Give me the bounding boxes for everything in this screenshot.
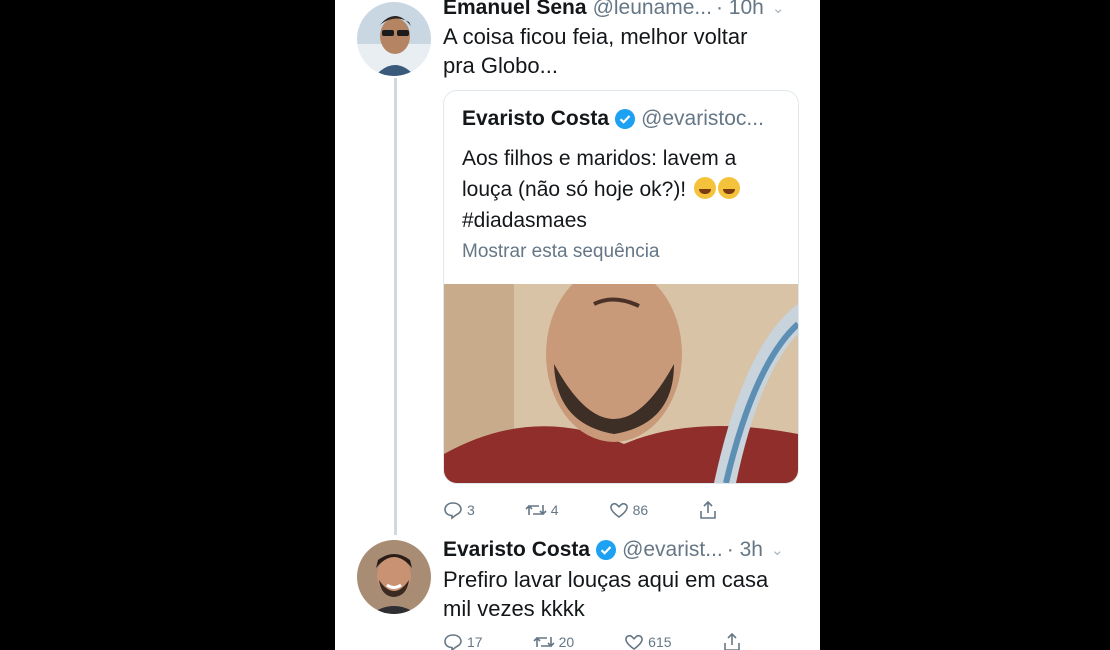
share-icon — [723, 632, 740, 650]
verified-icon — [596, 540, 617, 560]
avatar[interactable] — [357, 540, 431, 614]
quoted-tweet-header: Evaristo Costa @evaristoc... — [462, 107, 764, 131]
reply-button[interactable]: 17 — [443, 632, 483, 650]
reply-count: 17 — [467, 634, 483, 650]
avatar[interactable] — [357, 2, 431, 76]
timeline: Emanuel Sena @leuname... · 10h ⌄ A coisa… — [335, 0, 820, 650]
quoted-text-line: Aos filhos e maridos: lavem a — [462, 147, 737, 170]
quoted-tweet-text: Aos filhos e maridos: lavem a louça (não… — [462, 143, 792, 236]
retweet-count: 4 — [550, 502, 559, 518]
like-count: 86 — [632, 502, 649, 518]
quoted-author-handle: @evaristoc... — [641, 107, 764, 130]
tweet-text-line: mil vezes kkkk — [443, 596, 585, 621]
tweet-text-line: A coisa ficou feia, melhor voltar — [443, 24, 748, 49]
reply-button[interactable]: 3 — [443, 500, 475, 520]
tweet-header: Evaristo Costa @evarist... · 3h ⌄ — [443, 538, 784, 562]
author-name[interactable]: Emanuel Sena — [443, 0, 587, 20]
tweet-text-line: Prefiro lavar louças aqui em casa — [443, 567, 769, 592]
winking-emoji-icon — [717, 177, 740, 199]
hashtag-link[interactable]: #diadasmaes — [462, 205, 792, 236]
quoted-tweet-card[interactable]: Evaristo Costa @evaristoc... Aos filhos … — [443, 90, 799, 484]
tweet-text: Prefiro lavar louças aqui em casa mil ve… — [443, 565, 768, 623]
quoted-text-line: louça (não só hoje ok?)! — [462, 178, 687, 201]
share-button[interactable] — [698, 500, 722, 520]
chevron-down-icon[interactable]: ⌄ — [771, 541, 784, 559]
tweet-actions: 17 20 615 — [443, 632, 796, 650]
author-handle[interactable]: @leuname... — [593, 0, 712, 20]
share-icon — [700, 500, 716, 519]
tweet-text-line: pra Globo... — [443, 53, 558, 78]
author-name[interactable]: Evaristo Costa — [443, 538, 590, 562]
retweet-button[interactable]: 20 — [533, 632, 575, 650]
tweet-text: A coisa ficou feia, melhor voltar pra Gl… — [443, 22, 747, 80]
retweet-count: 20 — [558, 634, 575, 650]
retweet-icon — [525, 504, 547, 516]
quoted-author-name: Evaristo Costa — [462, 107, 610, 130]
reply-icon — [444, 502, 462, 520]
author-handle[interactable]: @evarist... — [622, 538, 723, 562]
share-button[interactable] — [722, 632, 746, 650]
show-thread-link[interactable]: Mostrar esta sequência — [462, 241, 660, 263]
like-count: 615 — [648, 634, 672, 650]
tweet-actions: 3 4 86 — [443, 500, 772, 520]
like-button[interactable]: 86 — [609, 500, 649, 520]
thread-connector-line — [394, 78, 397, 535]
quoted-tweet-image[interactable] — [444, 266, 798, 483]
like-icon — [625, 634, 644, 650]
laughing-emoji-icon — [693, 177, 716, 199]
like-icon — [609, 502, 628, 518]
like-button[interactable]: 615 — [624, 632, 672, 650]
chevron-down-icon[interactable]: ⌄ — [772, 0, 785, 17]
tweet-header: Emanuel Sena @leuname... · 10h ⌄ — [443, 0, 784, 20]
verified-icon — [615, 109, 636, 129]
retweet-icon — [533, 636, 555, 648]
retweet-button[interactable]: 4 — [525, 500, 559, 520]
tweet-time[interactable]: · 3h — [727, 538, 763, 562]
reply-count: 3 — [467, 502, 475, 518]
reply-icon — [444, 634, 462, 650]
tweet-time[interactable]: · 10h — [716, 0, 764, 20]
